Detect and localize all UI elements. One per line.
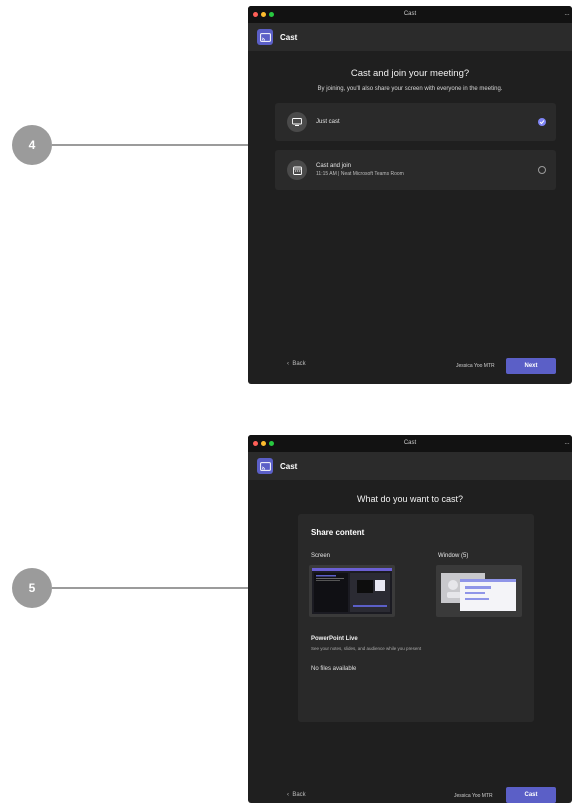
minimize-window-button[interactable] — [261, 12, 266, 17]
no-files-message: No files available — [311, 666, 357, 672]
back-button[interactable]: ‹ Back — [287, 792, 306, 798]
window-titlebar: Cast ··· — [248, 435, 572, 452]
app-title: Cast — [280, 32, 298, 42]
screen-label: Screen — [311, 553, 331, 559]
user-name: Jessica Yoo MTR — [454, 793, 493, 799]
calendar-icon — [287, 160, 307, 180]
next-button[interactable]: Next — [506, 358, 556, 374]
window-title: Cast — [403, 440, 417, 446]
traffic-lights — [253, 12, 274, 17]
page-title: Cast and join your meeting? — [350, 68, 470, 79]
traffic-lights — [253, 441, 274, 446]
zoom-window-button[interactable] — [269, 441, 274, 446]
panel-title: Share content — [311, 528, 365, 537]
page-subtitle: By joining, you'll also share your scree… — [317, 86, 503, 92]
cast-window-step-4: Cast ··· Cast Cast and join your meeting… — [248, 6, 572, 384]
user-name: Jessica Yoo MTR — [456, 363, 495, 369]
option-cast-and-join[interactable]: Cast and join 11:15 AM | Neat Microsoft … — [275, 150, 556, 190]
close-window-button[interactable] — [253, 441, 258, 446]
option-label: Cast and join — [316, 163, 352, 169]
callout-connector-line — [52, 587, 274, 589]
page-title: What do you want to cast? — [356, 494, 464, 504]
powerpoint-live-title: PowerPoint Live — [311, 636, 358, 642]
zoom-window-button[interactable] — [269, 12, 274, 17]
back-label: Back — [292, 792, 306, 798]
back-label: Back — [292, 361, 306, 367]
app-header: Cast — [248, 452, 572, 480]
option-just-cast[interactable]: Just cast — [275, 103, 556, 141]
app-title: Cast — [280, 461, 298, 471]
window-label: Window (5) — [438, 553, 469, 559]
monitor-icon — [287, 112, 307, 132]
window-title: Cast — [403, 11, 417, 17]
window-titlebar: Cast ··· — [248, 6, 572, 23]
cast-icon — [257, 458, 273, 474]
cast-icon — [257, 29, 273, 45]
callout-number-badge: 4 — [12, 125, 52, 165]
callout-number-badge: 5 — [12, 568, 52, 608]
cast-button[interactable]: Cast — [506, 787, 556, 803]
radio-selected-icon[interactable] — [538, 118, 546, 126]
option-sublabel: 11:15 AM | Neat Microsoft Teams Room — [316, 171, 404, 177]
callout-connector-line — [52, 144, 274, 146]
screen-thumbnail[interactable] — [309, 565, 395, 617]
app-header: Cast — [248, 23, 572, 51]
minimize-window-button[interactable] — [261, 441, 266, 446]
close-window-button[interactable] — [253, 12, 258, 17]
more-options-icon[interactable]: ··· — [564, 435, 570, 452]
radio-unselected-icon[interactable] — [538, 166, 546, 174]
share-content-panel: Share content Screen Window (5) PowerPoi… — [298, 514, 534, 722]
back-button[interactable]: ‹ Back — [287, 361, 306, 367]
more-options-icon[interactable]: ··· — [564, 6, 570, 23]
option-label: Just cast — [316, 119, 340, 125]
cast-window-step-5: Cast ··· Cast What do you want to cast? … — [248, 435, 572, 803]
window-thumbnail[interactable] — [436, 565, 522, 617]
powerpoint-live-description: See your notes, slides, and audience whi… — [311, 646, 422, 651]
option-text-group: Cast and join 11:15 AM | Neat Microsoft … — [316, 162, 404, 178]
